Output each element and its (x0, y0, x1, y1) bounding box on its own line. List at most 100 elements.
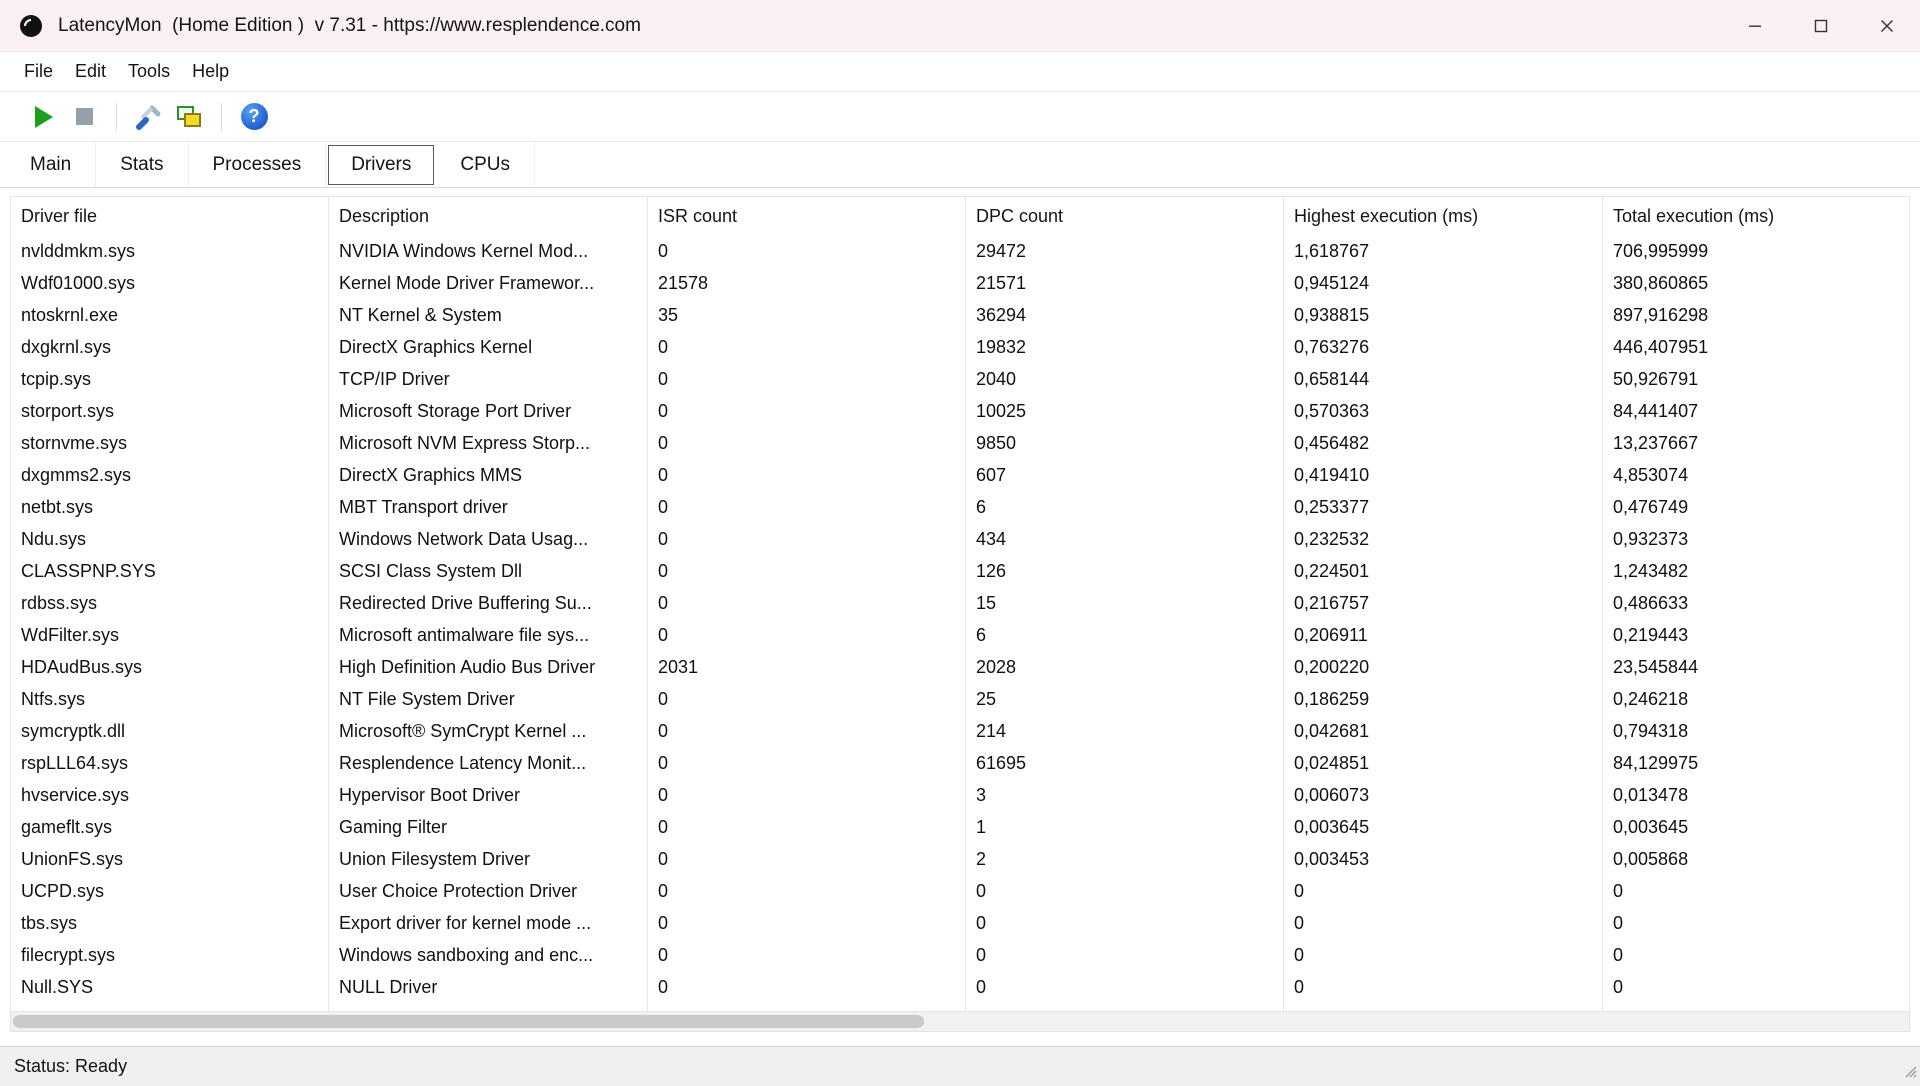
close-button[interactable] (1854, 0, 1920, 51)
menu-help[interactable]: Help (181, 55, 240, 88)
cell-description: Resplendence Latency Monit... (329, 747, 648, 779)
cell-description: Union Filesystem Driver (329, 843, 648, 875)
help-button[interactable]: ? (234, 98, 274, 136)
cell-dpc-count: 2040 (966, 363, 1284, 395)
table-row[interactable]: storport.sys Microsoft Storage Port Driv… (11, 395, 1909, 427)
cell-driver-file: stornvme.sys (11, 427, 329, 459)
table-row[interactable]: Ntfs.sys NT File System Driver 0 25 0,18… (11, 683, 1909, 715)
cell-total-execution: 0,486633 (1603, 587, 1909, 619)
scrollbar-thumb[interactable] (13, 1015, 924, 1028)
cell-total-execution: 446,407951 (1603, 331, 1909, 363)
menu-file[interactable]: File (13, 55, 64, 88)
window-controls (1722, 0, 1920, 51)
cell-dpc-count: 10025 (966, 395, 1284, 427)
table-row[interactable]: symcryptk.dll Microsoft® SymCrypt Kernel… (11, 715, 1909, 747)
table-row[interactable]: dxgmms2.sys DirectX Graphics MMS 0 607 0… (11, 459, 1909, 491)
maximize-button[interactable] (1788, 0, 1854, 51)
table-row[interactable]: ntoskrnl.exe NT Kernel & System 35 36294… (11, 299, 1909, 331)
table-row[interactable]: UnionFS.sys Union Filesystem Driver 0 2 … (11, 843, 1909, 875)
table-row[interactable]: rdbss.sys Redirected Drive Buffering Su.… (11, 587, 1909, 619)
stop-monitor-button[interactable] (64, 98, 104, 136)
table-row[interactable]: rspLLL64.sys Resplendence Latency Monit.… (11, 747, 1909, 779)
cell-total-execution: 0 (1603, 875, 1909, 907)
cell-description: SCSI Class System Dll (329, 555, 648, 587)
cell-total-execution: 4,853074 (1603, 459, 1909, 491)
table-row[interactable]: nvlddmkm.sys NVIDIA Windows Kernel Mod..… (11, 235, 1909, 267)
column-header[interactable]: ISR count (648, 197, 966, 235)
horizontal-scrollbar[interactable] (11, 1011, 1909, 1031)
tab-cpus[interactable]: CPUs (436, 142, 535, 187)
table-row[interactable]: Null.SYS NULL Driver 0 0 0 0 (11, 971, 1909, 1003)
cell-highest-execution: 0,186259 (1284, 683, 1603, 715)
cell-total-execution: 13,237667 (1603, 427, 1909, 459)
table-row[interactable]: CLASSPNP.SYS SCSI Class System Dll 0 126… (11, 555, 1909, 587)
tab-strip: MainStatsProcessesDriversCPUs (0, 142, 1920, 188)
stop-icon (76, 108, 93, 125)
cell-highest-execution: 0 (1284, 971, 1603, 1003)
report-button[interactable] (169, 98, 209, 136)
cell-driver-file: hvservice.sys (11, 779, 329, 811)
table-row[interactable]: dxgkrnl.sys DirectX Graphics Kernel 0 19… (11, 331, 1909, 363)
cell-driver-file: rdbss.sys (11, 587, 329, 619)
cell-description: TCP/IP Driver (329, 363, 648, 395)
table-row[interactable]: netbt.sys MBT Transport driver 0 6 0,253… (11, 491, 1909, 523)
cell-description: Windows Network Data Usag... (329, 523, 648, 555)
resize-grip-icon[interactable] (1900, 1061, 1918, 1084)
table-row[interactable]: tcpip.sys TCP/IP Driver 0 2040 0,658144 … (11, 363, 1909, 395)
cell-dpc-count: 6 (966, 619, 1284, 651)
cell-highest-execution: 0,938815 (1284, 299, 1603, 331)
options-button[interactable] (129, 98, 169, 136)
table-row[interactable]: Wdf01000.sys Kernel Mode Driver Framewor… (11, 267, 1909, 299)
cell-isr-count: 0 (648, 523, 966, 555)
cell-isr-count: 0 (648, 715, 966, 747)
cell-dpc-count: 0 (966, 971, 1284, 1003)
column-header[interactable]: DPC count (966, 197, 1284, 235)
cell-description: Export driver for kernel mode ... (329, 907, 648, 939)
help-icon: ? (241, 103, 268, 130)
table-row[interactable]: BasicRender.sys Microsoft® Basic Render … (11, 1003, 1909, 1011)
cell-driver-file: WdFilter.sys (11, 619, 329, 651)
cell-driver-file: UCPD.sys (11, 875, 329, 907)
cell-highest-execution: 0,570363 (1284, 395, 1603, 427)
column-header[interactable]: Total execution (ms) (1603, 197, 1909, 235)
table-row[interactable]: UCPD.sys User Choice Protection Driver 0… (11, 875, 1909, 907)
cell-highest-execution: 0,024851 (1284, 747, 1603, 779)
cell-driver-file: HDAudBus.sys (11, 651, 329, 683)
tab-processes[interactable]: Processes (189, 142, 327, 187)
screwdriver-icon (135, 103, 163, 131)
cell-highest-execution: 0 (1284, 1003, 1603, 1011)
table-row[interactable]: gameflt.sys Gaming Filter 0 1 0,003645 0… (11, 811, 1909, 843)
table-row[interactable]: hvservice.sys Hypervisor Boot Driver 0 3… (11, 779, 1909, 811)
column-header[interactable]: Highest execution (ms) (1284, 197, 1603, 235)
table-row[interactable]: filecrypt.sys Windows sandboxing and enc… (11, 939, 1909, 971)
table-row[interactable]: WdFilter.sys Microsoft antimalware file … (11, 619, 1909, 651)
tab-stats[interactable]: Stats (96, 142, 188, 187)
cell-description: Redirected Drive Buffering Su... (329, 587, 648, 619)
start-monitor-button[interactable] (24, 98, 64, 136)
cell-isr-count: 0 (648, 811, 966, 843)
cell-driver-file: netbt.sys (11, 491, 329, 523)
table-row[interactable]: Ndu.sys Windows Network Data Usag... 0 4… (11, 523, 1909, 555)
window-title: LatencyMon (Home Edition ) v 7.31 - http… (58, 15, 641, 37)
cell-driver-file: rspLLL64.sys (11, 747, 329, 779)
cell-isr-count: 0 (648, 555, 966, 587)
cell-dpc-count: 3 (966, 779, 1284, 811)
table-row[interactable]: stornvme.sys Microsoft NVM Express Storp… (11, 427, 1909, 459)
cell-driver-file: CLASSPNP.SYS (11, 555, 329, 587)
cell-highest-execution: 0,003453 (1284, 843, 1603, 875)
cell-driver-file: dxgmms2.sys (11, 459, 329, 491)
cell-driver-file: nvlddmkm.sys (11, 235, 329, 267)
cell-driver-file: ntoskrnl.exe (11, 299, 329, 331)
menu-tools[interactable]: Tools (117, 55, 181, 88)
table-row[interactable]: tbs.sys Export driver for kernel mode ..… (11, 907, 1909, 939)
minimize-button[interactable] (1722, 0, 1788, 51)
column-header[interactable]: Description (329, 197, 648, 235)
cell-description: Microsoft® SymCrypt Kernel ... (329, 715, 648, 747)
column-header[interactable]: Driver file (11, 197, 329, 235)
menu-edit[interactable]: Edit (64, 55, 117, 88)
tab-main[interactable]: Main (6, 142, 96, 187)
cell-isr-count: 0 (648, 779, 966, 811)
cell-isr-count: 0 (648, 843, 966, 875)
tab-drivers[interactable]: Drivers (328, 145, 434, 185)
table-row[interactable]: HDAudBus.sys High Definition Audio Bus D… (11, 651, 1909, 683)
